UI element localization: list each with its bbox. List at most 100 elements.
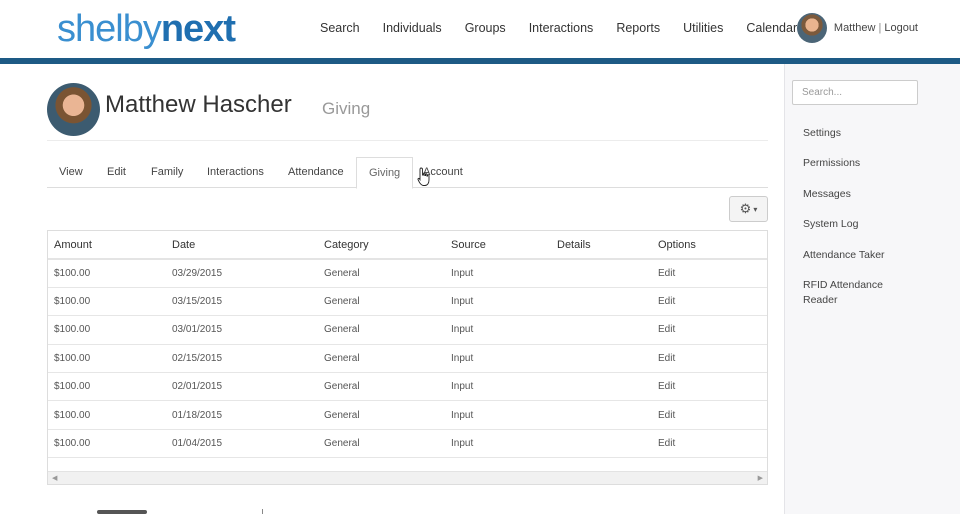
nav-interactions[interactable]: Interactions [529,20,594,36]
details-cell [557,315,658,345]
source-cell: Input [451,372,557,402]
shelbynext-logo[interactable]: shelbynext [57,8,236,51]
details-cell [557,400,658,430]
date-cell: 02/15/2015 [172,344,324,374]
table-row: $100.00 01/04/2015 General Input Edit [48,429,767,459]
table-header-row: Amount Date Category Source Details Opti… [48,231,767,260]
date-cell: 03/29/2015 [172,259,324,288]
nav-utilities[interactable]: Utilities [683,20,723,36]
edit-link[interactable]: Edit [658,315,767,345]
table-row: $100.00 02/01/2015 General Input Edit [48,372,767,402]
logout-link[interactable]: Logout [884,22,918,34]
giving-table: Amount Date Category Source Details Opti… [47,230,768,485]
page-section-title: Giving [322,99,371,118]
amount-cell: $100.00 [48,344,172,374]
details-cell [557,429,658,459]
amount-cell: $100.00 [48,400,172,430]
col-amount[interactable]: Amount [48,231,172,260]
source-cell: Input [451,315,557,345]
horizontal-scrollbar[interactable]: ◀ ▶ [48,471,767,484]
category-cell: General [324,315,451,345]
sidebar-item-messages[interactable]: Messages [803,187,913,202]
source-cell: Input [451,259,557,288]
edit-link[interactable]: Edit [658,429,767,459]
caret-down-icon: ▾ [753,204,758,214]
category-cell: General [324,287,451,317]
source-cell: Input [451,400,557,430]
hand-cursor-icon [417,167,430,186]
details-cell [557,344,658,374]
amount-cell: $100.00 [48,372,172,402]
bottom-button-fragment [97,510,147,514]
user-separator: | [878,22,882,34]
category-cell: General [324,400,451,430]
sidebar-search-input[interactable]: Search... [792,80,918,105]
person-tabs: View Edit Family Interactions Attendance… [47,157,768,189]
date-cell: 03/01/2015 [172,315,324,345]
edit-link[interactable]: Edit [658,344,767,374]
category-cell: General [324,344,451,374]
nav-search[interactable]: Search [320,20,360,36]
nav-groups[interactable]: Groups [465,20,506,36]
main-content: Matthew Hascher Giving View Edit Family … [0,64,784,514]
source-cell: Input [451,344,557,374]
tab-attendance[interactable]: Attendance [288,157,344,188]
date-cell: 02/01/2015 [172,372,324,402]
user-menu: Matthew | Logout [796,13,918,43]
settings-dropdown-button[interactable]: ⚙ ▾ [729,196,768,222]
source-cell: Input [451,287,557,317]
user-name[interactable]: Matthew [834,22,876,34]
source-cell: Input [451,429,557,459]
title-divider [47,140,768,141]
category-cell: General [324,259,451,288]
sidebar-item-settings[interactable]: Settings [803,126,913,141]
table-row: $100.00 02/15/2015 General Input Edit [48,344,767,374]
category-cell: General [324,429,451,459]
sidebar-item-system-log[interactable]: System Log [803,217,913,232]
date-cell: 01/04/2015 [172,429,324,459]
details-cell [557,372,658,402]
col-details[interactable]: Details [557,231,658,260]
edit-link[interactable]: Edit [658,287,767,317]
table-row: $100.00 01/18/2015 General Input Edit [48,400,767,430]
table-row: $100.00 03/15/2015 General Input Edit [48,287,767,317]
right-sidebar: Search... Settings Permissions Messages … [784,64,960,514]
amount-cell: $100.00 [48,287,172,317]
details-cell [557,287,658,317]
user-avatar[interactable] [796,13,827,43]
person-name: Matthew Hascher [105,91,292,118]
edit-link[interactable]: Edit [658,259,767,288]
tab-edit[interactable]: Edit [107,157,126,188]
sidebar-item-rfid-reader[interactable]: RFID Attendance Reader [803,278,913,308]
nav-reports[interactable]: Reports [616,20,660,36]
edit-link[interactable]: Edit [658,372,767,402]
sidebar-item-permissions[interactable]: Permissions [803,156,913,171]
nav-individuals[interactable]: Individuals [383,20,442,36]
person-avatar [47,83,100,136]
table-row: $100.00 03/01/2015 General Input Edit [48,315,767,345]
nav-calendar[interactable]: Calendar [746,20,797,36]
main-nav: Search Individuals Groups Interactions R… [320,20,820,36]
sidebar-item-attendance-taker[interactable]: Attendance Taker [803,248,913,263]
scroll-right-icon[interactable]: ▶ [758,474,763,482]
tab-family[interactable]: Family [151,157,183,188]
details-cell [557,259,658,288]
amount-cell: $100.00 [48,315,172,345]
tab-giving[interactable]: Giving [356,157,414,189]
gear-icon: ⚙ [739,201,752,216]
amount-cell: $100.00 [48,259,172,288]
col-date[interactable]: Date [172,231,324,260]
col-source[interactable]: Source [451,231,557,260]
tab-interactions[interactable]: Interactions [207,157,264,188]
edit-link[interactable]: Edit [658,400,767,430]
date-cell: 01/18/2015 [172,400,324,430]
app-header: shelbynext Search Individuals Groups Int… [0,0,960,58]
bottom-divider-fragment [262,509,263,514]
table-row: $100.00 03/29/2015 General Input Edit [48,259,767,288]
col-category[interactable]: Category [324,231,451,260]
tab-view[interactable]: View [59,157,83,188]
col-options: Options [658,231,767,260]
scroll-left-icon[interactable]: ◀ [52,474,57,482]
amount-cell: $100.00 [48,429,172,459]
category-cell: General [324,372,451,402]
